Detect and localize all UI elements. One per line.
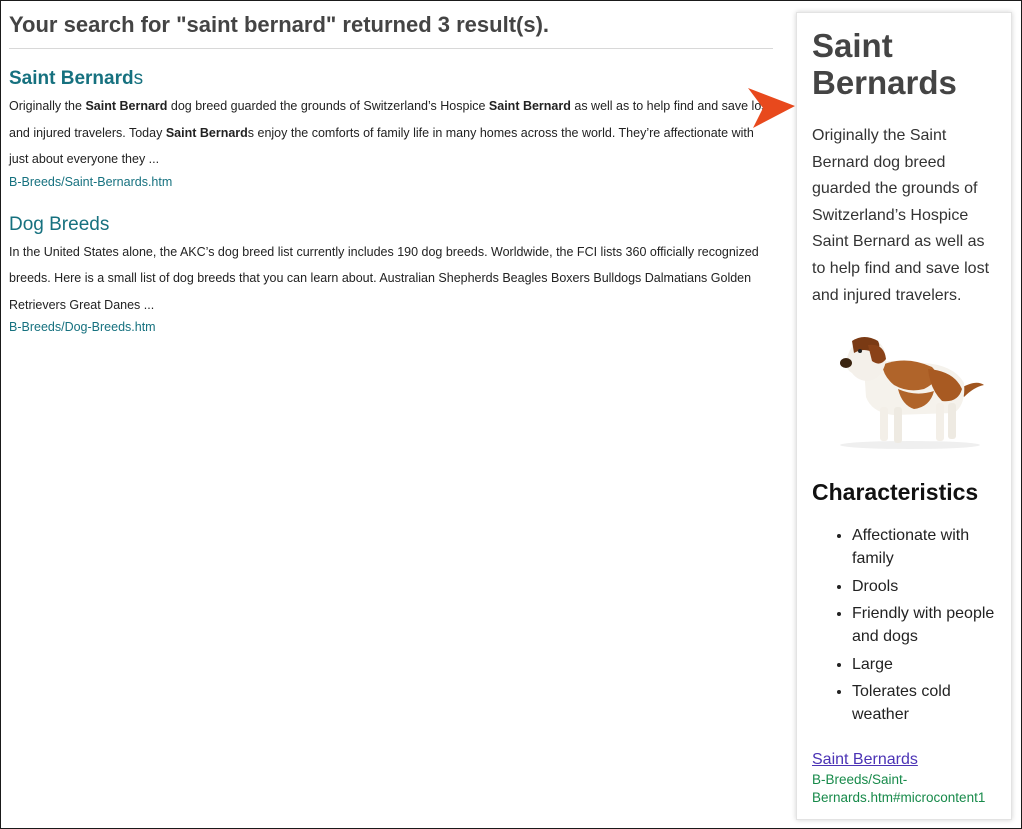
result-title-rest: Dog Breeds <box>9 213 110 235</box>
panel-topic-url: B-Breeds/Saint-Bernards.htm#microcontent… <box>812 771 986 805</box>
abstract-text: dog breed guarded the grounds of Switzer… <box>167 99 489 113</box>
abstract-text: In the United States alone, the AKC’s do… <box>9 244 759 312</box>
result-title-match: Saint Bernard <box>9 68 134 89</box>
characteristic-item: Tolerates cold weather <box>852 680 997 726</box>
result-abstract: Originally the Saint Bernard dog breed g… <box>9 93 773 173</box>
characteristic-item: Large <box>852 653 997 676</box>
panel-title: Saint Bernards <box>812 27 957 101</box>
characteristic-item: Affectionate with family <box>852 524 997 570</box>
characteristics-heading: Characteristics <box>812 479 979 506</box>
saint-bernard-dog-image <box>840 337 984 450</box>
highlighted-term: Saint Bernard <box>488 99 571 113</box>
result-title-link[interactable]: Dog Breeds <box>9 213 109 237</box>
result-title-rest: s <box>133 68 144 89</box>
characteristic-item: Friendly with people and dogs <box>852 602 997 648</box>
panel-intro: Originally the Saint Bernard dog breed g… <box>812 127 990 304</box>
panel-topic-link[interactable]: Saint Bernards <box>812 751 918 769</box>
highlighted-term: Saint Bernard <box>85 99 168 113</box>
abstract-text: Originally the <box>9 99 86 113</box>
result-abstract: In the United States alone, the AKC’s do… <box>9 239 773 319</box>
search-results: Your search for "saint bernard" returned… <box>9 0 773 336</box>
result-title-link[interactable]: Saint Bernards <box>9 67 143 91</box>
result-url-link[interactable]: B-Breeds/Dog-Breeds.htm <box>9 320 156 334</box>
search-result: Saint Bernards Originally the Saint Bern… <box>9 67 773 191</box>
highlighted-term: Saint Bernard <box>165 125 248 140</box>
search-results-heading: Your search for "saint bernard" returned… <box>9 0 773 49</box>
characteristic-item: Drools <box>852 575 997 598</box>
search-result: Dog Breeds In the United States alone, t… <box>9 213 773 337</box>
characteristics-list: Affectionate with family Drools Friendly… <box>812 524 997 726</box>
callout-arrow-icon <box>748 88 795 128</box>
result-url-link[interactable]: B-Breeds/Saint-Bernards.htm <box>9 175 172 189</box>
microcontent-panel: Saint Bernards Originally the Saint Bern… <box>796 12 1012 820</box>
